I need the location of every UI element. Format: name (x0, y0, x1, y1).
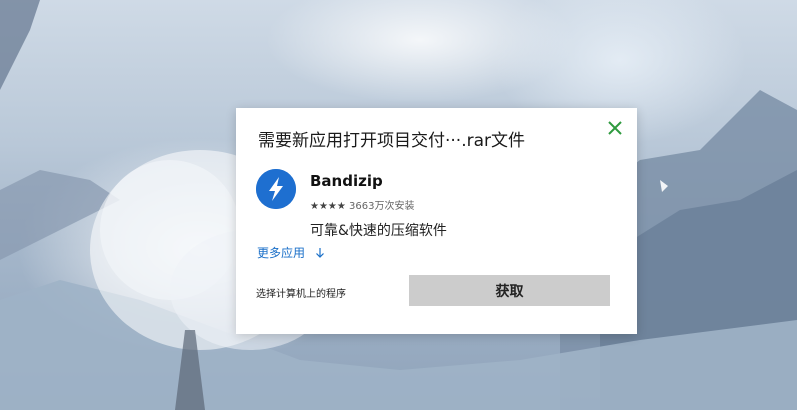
arrow-down-icon (315, 246, 325, 260)
more-apps-link[interactable]: 更多应用 (257, 244, 325, 261)
choose-local-program-link[interactable]: 选择计算机上的程序 (256, 285, 346, 300)
dialog-title: 需要新应用打开项目交付···.rar文件 (258, 131, 526, 151)
open-with-dialog: 需要新应用打开项目交付···.rar文件 Bandizip ★★★★ 3663万… (236, 108, 637, 334)
more-apps-label: 更多应用 (257, 246, 306, 260)
rating-stars-icon: ★★★★ (310, 201, 346, 212)
desktop-wallpaper: 需要新应用打开项目交付···.rar文件 Bandizip ★★★★ 3663万… (0, 0, 797, 410)
app-name[interactable]: Bandizip (310, 172, 383, 190)
install-count: 3663万次安装 (349, 201, 415, 212)
close-icon[interactable] (606, 119, 624, 137)
get-button[interactable]: 获取 (409, 275, 610, 306)
app-rating: ★★★★ 3663万次安装 (310, 197, 415, 212)
app-description: 可靠&快速的压缩软件 (310, 223, 447, 239)
bandizip-lightning-icon[interactable] (256, 169, 296, 209)
